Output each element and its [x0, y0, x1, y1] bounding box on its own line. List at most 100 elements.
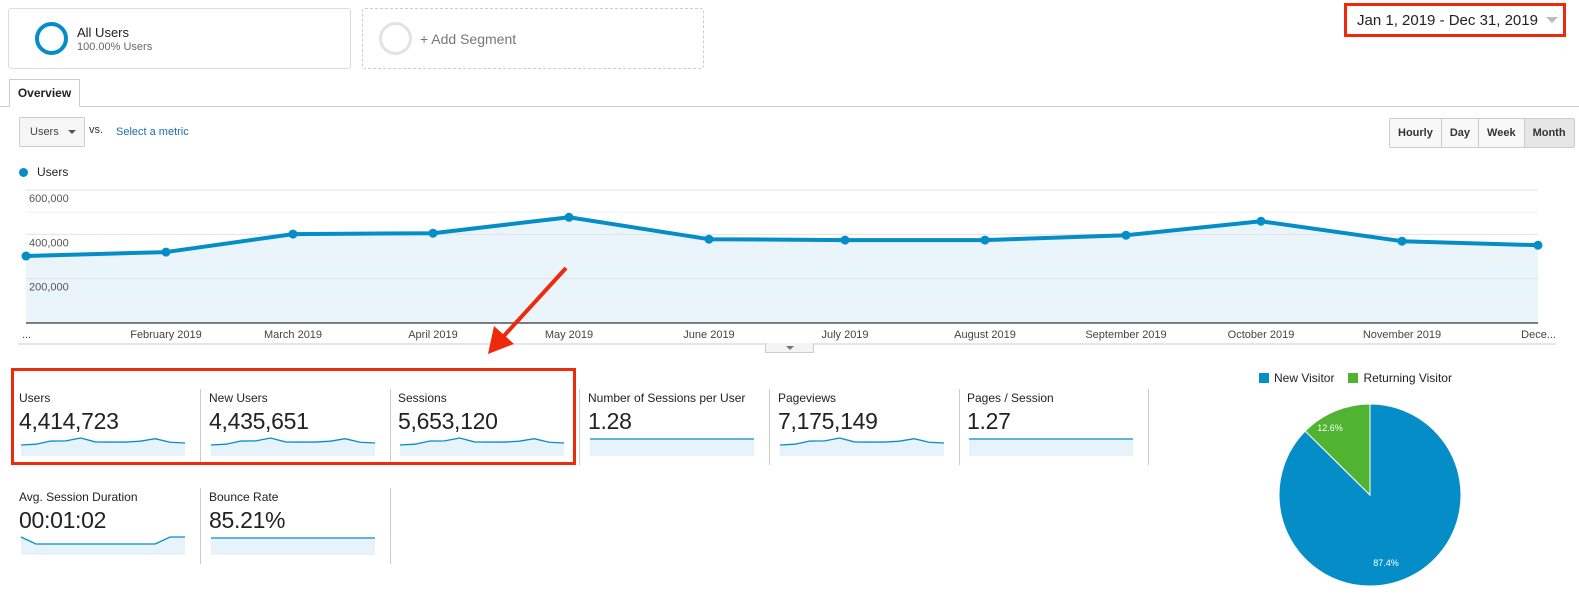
- legend-label: Returning Visitor: [1363, 371, 1452, 385]
- kpi-tile[interactable]: Bounce Rate 85.21%: [201, 488, 391, 564]
- kpi-sparkline: [20, 437, 186, 456]
- y-tick-label: 200,000: [29, 282, 69, 294]
- pie-slice-label: 87.4%: [1373, 558, 1399, 568]
- kpi-value: 5,653,120: [398, 408, 498, 434]
- kpi-sparkline: [399, 437, 565, 456]
- metric-dropdown-label: Users: [30, 126, 59, 138]
- segment-subtitle: 100.00% Users: [77, 40, 153, 53]
- chevron-down-icon: [785, 345, 794, 350]
- date-range-label: Jan 1, 2019 - Dec 31, 2019: [1357, 11, 1538, 29]
- x-tick-label: Dece...: [1521, 329, 1556, 341]
- chevron-down-icon: [1545, 17, 1558, 23]
- sparkline-area: [21, 438, 185, 456]
- granularity-month[interactable]: Month: [1523, 119, 1574, 147]
- y-tick-label: 400,000: [29, 237, 69, 249]
- chart-legend: Users: [19, 165, 68, 179]
- granularity-day[interactable]: Day: [1440, 119, 1479, 147]
- select-metric-link[interactable]: Select a metric: [116, 126, 189, 138]
- kpi-label: Sessions: [398, 391, 447, 405]
- segment-ring-icon: [35, 22, 68, 55]
- kpi-label: Pageviews: [778, 391, 837, 405]
- kpi-value: 1.27: [967, 408, 1011, 434]
- kpi-label: Users: [19, 391, 51, 405]
- x-tick-label: March 2019: [264, 329, 322, 341]
- chevron-down-icon: [67, 130, 76, 134]
- date-range-picker[interactable]: Jan 1, 2019 - Dec 31, 2019: [1344, 3, 1566, 37]
- kpi-value: 1.28: [588, 408, 632, 434]
- users-line-chart[interactable]: 200,000 400,000 600,000... February 2019 Mar…: [0, 180, 1579, 345]
- kpi-tile[interactable]: Users 4,414,723: [11, 389, 201, 465]
- annotation-arrow: [488, 266, 568, 354]
- kpi-label: Pages / Session: [967, 391, 1054, 405]
- x-tick-label: August 2019: [954, 329, 1016, 341]
- kpi-tile[interactable]: Sessions 5,653,120: [390, 389, 580, 465]
- kpi-label: New Users: [209, 391, 268, 405]
- add-segment-label: + Add Segment: [420, 30, 517, 47]
- kpi-value: 4,435,651: [209, 408, 309, 434]
- sparkline-area: [969, 439, 1133, 456]
- kpi-tile[interactable]: Pageviews 7,175,149: [770, 389, 960, 465]
- legend-swatch-icon: [1348, 373, 1359, 383]
- kpi-sparkline: [969, 438, 1133, 456]
- x-tick-label: November 2019: [1363, 329, 1441, 341]
- data-point[interactable]: [1121, 230, 1131, 240]
- x-tick-label: September 2019: [1085, 329, 1166, 341]
- pie-legend-returning-visitor: Returning Visitor: [1348, 371, 1452, 385]
- tab-overview[interactable]: Overview: [9, 79, 80, 107]
- kpi-sparkline: [210, 437, 376, 456]
- segment-all-users[interactable]: All Users 100.00% Users: [8, 8, 351, 69]
- granularity-toggle: Hourly Day Week Month: [1389, 118, 1575, 148]
- legend-label-users: Users: [37, 165, 69, 179]
- segment-title: All Users: [77, 24, 130, 40]
- data-point[interactable]: [288, 229, 298, 239]
- metric-dropdown[interactable]: Users: [19, 117, 85, 147]
- data-point[interactable]: [564, 212, 574, 222]
- data-point[interactable]: [980, 235, 990, 245]
- legend-label: New Visitor: [1274, 371, 1335, 385]
- add-segment-button[interactable]: + Add Segment: [362, 8, 704, 69]
- series-area-users: [26, 217, 1538, 323]
- data-point[interactable]: [1397, 236, 1407, 246]
- kpi-label: Avg. Session Duration: [19, 490, 138, 504]
- sparkline-area: [400, 438, 564, 456]
- kpi-sparkline: [590, 438, 754, 456]
- data-point[interactable]: [704, 234, 714, 244]
- x-tick-label: October 2019: [1228, 329, 1295, 341]
- kpi-label: Number of Sessions per User: [588, 391, 746, 405]
- pie-legend: New Visitor Returning Visitor: [1259, 371, 1466, 385]
- sparkline-area: [590, 439, 754, 456]
- granularity-hourly[interactable]: Hourly: [1390, 119, 1441, 147]
- legend-swatch-icon: [1259, 373, 1269, 383]
- legend-dot-icon: [19, 167, 28, 177]
- tab-bar-divider: [0, 106, 1579, 107]
- sparkline-area: [211, 438, 375, 456]
- kpi-value: 4,414,723: [19, 408, 119, 434]
- data-point[interactable]: [161, 247, 171, 257]
- chart-collapse-handle[interactable]: [765, 343, 814, 353]
- sparkline-area: [211, 538, 375, 555]
- kpi-value: 00:01:02: [19, 507, 107, 533]
- x-tick-label: February 2019: [130, 329, 202, 341]
- kpi-sparkline: [779, 437, 945, 456]
- vs-label: vs.: [89, 124, 104, 136]
- data-point[interactable]: [840, 235, 850, 245]
- sparkline-area: [780, 438, 944, 456]
- x-tick-label: June 2019: [683, 329, 734, 341]
- x-tick-label: July 2019: [821, 329, 868, 341]
- data-point[interactable]: [428, 228, 438, 238]
- empty-segment-ring-icon: [379, 22, 412, 55]
- visitor-type-pie-chart[interactable]: 87.4% 12.6%: [1278, 402, 1464, 588]
- data-point[interactable]: [1533, 240, 1543, 250]
- x-tick-label: April 2019: [408, 329, 458, 341]
- kpi-tile[interactable]: Pages / Session 1.27: [959, 389, 1149, 465]
- kpi-tile[interactable]: Number of Sessions per User 1.28: [580, 389, 770, 465]
- kpi-sparkline: [211, 537, 375, 555]
- data-point[interactable]: [1256, 216, 1266, 226]
- data-point[interactable]: [21, 251, 31, 261]
- kpi-tile[interactable]: Avg. Session Duration 00:01:02: [11, 488, 201, 564]
- sparkline-area: [21, 537, 185, 555]
- arrow-shaft: [500, 266, 568, 340]
- y-tick-label: 600,000: [29, 193, 69, 205]
- kpi-tile[interactable]: New Users 4,435,651: [201, 389, 391, 465]
- granularity-week[interactable]: Week: [1478, 119, 1524, 147]
